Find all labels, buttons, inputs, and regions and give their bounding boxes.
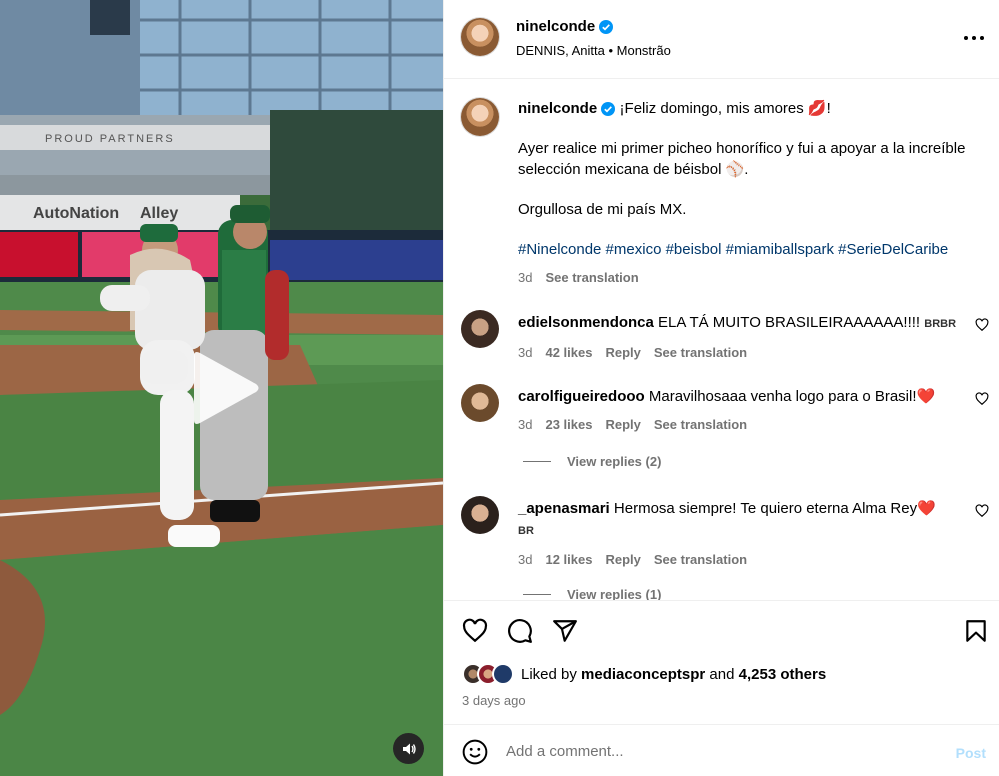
bookmark-icon[interactable]	[963, 618, 989, 644]
heart-icon[interactable]	[975, 392, 989, 406]
caption-line-2: Ayer realice mi primer picheo honorífico…	[518, 140, 966, 178]
comment-age: 3d	[518, 552, 533, 567]
view-replies-label: View replies (2)	[567, 454, 662, 469]
comment-meta: 3d 23 likes Reply See translation	[518, 414, 958, 435]
comment-body: edielsonmendonca ELA TÁ MUITO BRASILEIRA…	[518, 312, 958, 363]
heart-icon[interactable]	[462, 618, 488, 644]
comment-avatar[interactable]	[461, 496, 499, 534]
audio-icon	[402, 743, 416, 754]
comments-scroll-area[interactable]: ninelconde ¡Feliz domingo, mis amores 💋!…	[444, 80, 999, 600]
comment-flag-tag: BRBR	[924, 318, 957, 330]
sign-alley: Alley	[140, 205, 178, 222]
comment-username[interactable]: carolfigueiredooo	[518, 388, 645, 405]
post-header: ninelconde DENNIS, Anitta • Monstrão	[444, 0, 999, 79]
liked-by-row: Liked by mediaconceptspr and 4,253 other…	[462, 663, 826, 685]
caption-meta: 3d See translation	[518, 267, 978, 288]
liked-by-text[interactable]: Liked by mediaconceptspr and 4,253 other…	[521, 666, 826, 683]
verified-icon	[599, 19, 614, 34]
comment-text: ELA TÁ MUITO BRASILEIRAAAAAA!!!!	[658, 314, 925, 331]
comment-text: Maravilhosaaa venha logo para o Brasil!❤…	[648, 388, 936, 405]
post-date[interactable]: 3 days ago	[462, 693, 526, 708]
verified-icon	[601, 102, 616, 117]
caption-body: ninelconde ¡Feliz domingo, mis amores 💋!…	[518, 98, 978, 288]
comment-body: _apenasmari Hermosa siempre! Te quiero e…	[518, 498, 958, 570]
comment-age: 3d	[518, 345, 533, 360]
author-username[interactable]: ninelconde	[516, 18, 595, 35]
sign-autonation: AutoNation	[33, 205, 119, 222]
comment-reply-button[interactable]: Reply	[605, 414, 640, 435]
comment-see-translation[interactable]: See translation	[654, 342, 747, 363]
heart-icon[interactable]	[975, 318, 989, 332]
comment-likes[interactable]: 23 likes	[545, 414, 592, 435]
add-comment-bar: Post	[444, 724, 999, 776]
comment-flag-tag: BR	[518, 525, 534, 537]
post-comment-button[interactable]: Post	[956, 745, 986, 761]
comment-reply-button[interactable]: Reply	[605, 342, 640, 363]
liked-by-user[interactable]: mediaconceptspr	[581, 666, 705, 683]
sign-proud-partners: PROUD PARTNERS	[45, 133, 175, 145]
liked-by-prefix: Liked by	[521, 665, 582, 683]
comment-likes[interactable]: 12 likes	[545, 549, 592, 570]
liked-by-count[interactable]: 4,253 others	[739, 666, 827, 683]
heart-icon[interactable]	[975, 504, 989, 518]
comment-icon[interactable]	[507, 618, 533, 644]
play-button[interactable]	[190, 350, 260, 426]
replies-divider	[523, 594, 551, 595]
audio-toggle-button[interactable]	[393, 733, 424, 764]
post-details-panel: ninelconde DENNIS, Anitta • Monstrão nin…	[443, 0, 999, 776]
liker-avatar[interactable]	[492, 663, 514, 685]
replies-divider	[523, 461, 551, 462]
caption-avatar[interactable]	[461, 98, 499, 136]
comment-see-translation[interactable]: See translation	[654, 414, 747, 435]
comment-username[interactable]: edielsonmendonca	[518, 314, 654, 331]
post-media[interactable]: PROUD PARTNERS AutoNation Alley	[0, 0, 443, 776]
comment-avatar[interactable]	[461, 384, 499, 422]
more-icon[interactable]	[962, 26, 986, 50]
caption-age: 3d	[518, 270, 533, 285]
comment-meta: 3d 42 likes Reply See translation	[518, 342, 958, 363]
comment-username[interactable]: _apenasmari	[518, 500, 610, 517]
comment-likes[interactable]: 42 likes	[545, 342, 592, 363]
view-replies-button[interactable]: View replies (2)	[523, 454, 661, 469]
author-username-row: ninelconde	[516, 18, 614, 35]
emoji-icon[interactable]	[462, 739, 488, 765]
comment-body: carolfigueiredooo Maravilhosaaa venha lo…	[518, 386, 958, 435]
share-icon[interactable]	[552, 618, 578, 644]
caption-username[interactable]: ninelconde	[518, 100, 597, 117]
post-actions: Liked by mediaconceptspr and 4,253 other…	[444, 600, 999, 724]
comment-see-translation[interactable]: See translation	[654, 549, 747, 570]
view-replies-label: View replies (1)	[567, 587, 662, 600]
comment-age: 3d	[518, 417, 533, 432]
view-replies-button[interactable]: View replies (1)	[523, 587, 661, 600]
caption-line-3: Orgullosa de mi país MX.	[518, 201, 687, 218]
comment-input[interactable]	[506, 738, 926, 764]
comment-avatar[interactable]	[461, 310, 499, 348]
comment-text: Hermosa siempre! Te quiero eterna Alma R…	[613, 500, 936, 517]
caption-line-1: ¡Feliz domingo, mis amores 💋!	[619, 100, 831, 117]
author-avatar[interactable]	[461, 18, 499, 56]
audio-attribution[interactable]: DENNIS, Anitta • Monstrão	[516, 43, 671, 58]
caption-see-translation[interactable]: See translation	[545, 267, 638, 288]
play-icon	[194, 352, 259, 424]
caption-hashtags[interactable]: #Ninelconde #mexico #beisbol #miamiballs…	[518, 239, 978, 260]
comment-meta: 3d 12 likes Reply See translation	[518, 549, 958, 570]
comment-reply-button[interactable]: Reply	[605, 549, 640, 570]
liked-by-middle: and	[705, 665, 739, 683]
